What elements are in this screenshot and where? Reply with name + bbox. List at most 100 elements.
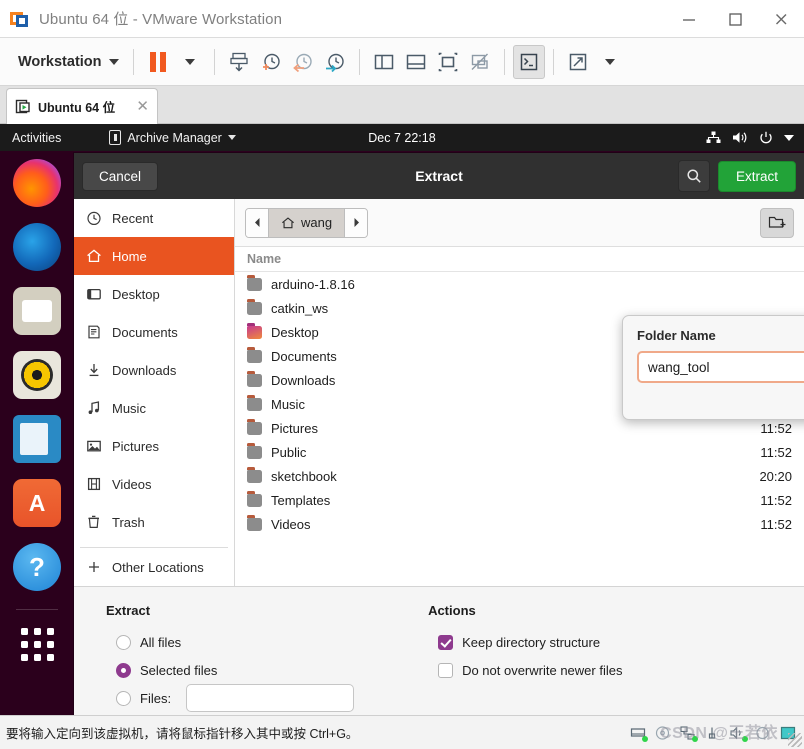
folder-icon [247, 371, 262, 387]
file-chooser: Recent Home Desktop Documents Downloads … [74, 199, 804, 586]
table-row[interactable]: Templates 11:52 [235, 488, 804, 512]
system-indicators[interactable] [706, 131, 794, 145]
sidebar-item-music[interactable]: Music [74, 389, 234, 427]
dock-item-help[interactable] [13, 543, 61, 591]
breadcrumb-item-wang[interactable]: wang [268, 208, 346, 237]
file-name: Videos [271, 516, 311, 532]
show-sidebar-button[interactable] [368, 45, 400, 79]
create-folder-button[interactable] [760, 207, 794, 238]
unity-mode-button[interactable] [464, 45, 496, 79]
snapshot-manager-button[interactable] [319, 45, 351, 79]
actions-group-title: Actions [428, 603, 476, 618]
search-button[interactable] [677, 160, 710, 192]
sidebar-item-other-locations[interactable]: Other Locations [74, 548, 234, 586]
folder-name-label: Folder Name [637, 328, 716, 343]
radio-icon-selected [116, 662, 131, 678]
vm-tab[interactable]: Ubuntu 64 位 ✕ [6, 88, 158, 124]
file-name: Pictures [271, 420, 318, 436]
minimize-button[interactable] [666, 0, 712, 38]
sidebar-item-home[interactable]: Home [74, 237, 234, 275]
snapshot-save-icon [229, 52, 248, 72]
show-applications-button[interactable] [13, 620, 61, 668]
table-row[interactable]: arduino-1.8.16 [235, 272, 804, 296]
folder-name-input[interactable] [637, 351, 804, 383]
table-row[interactable]: Public 11:52 [235, 440, 804, 464]
file-name: Public [271, 444, 307, 460]
file-name: sketchbook [271, 468, 337, 484]
dock-item-thunderbird[interactable] [13, 223, 61, 271]
folder-icon [247, 515, 262, 531]
sidebar-item-trash[interactable]: Trash [74, 503, 234, 541]
pause-dropdown-button[interactable] [174, 45, 206, 79]
dock-item-files[interactable] [13, 287, 61, 335]
folder-icon [247, 299, 262, 315]
table-row[interactable]: sketchbook 20:20 [235, 464, 804, 488]
download-icon [89, 364, 99, 377]
file-time: 11:52 [760, 516, 792, 532]
hard-disk-icon[interactable] [630, 726, 648, 742]
path-back-button[interactable] [246, 208, 268, 237]
new-folder-popover: Folder Name Create [622, 315, 804, 420]
take-snapshot-button[interactable] [255, 45, 287, 79]
create-folder-icon [768, 216, 785, 228]
window-title: Ubuntu 64 位 - VMware Workstation [39, 11, 283, 28]
sidebar-item-downloads[interactable]: Downloads [74, 351, 234, 389]
sidebar-item-desktop[interactable]: Desktop [74, 275, 234, 313]
show-bottom-panel-button[interactable] [400, 45, 432, 79]
radio-files[interactable]: Files: [116, 684, 355, 712]
fullscreen-button[interactable] [432, 45, 464, 79]
popover-footer [623, 397, 804, 419]
file-list-header: Name [235, 247, 804, 272]
radio-selected-files[interactable]: Selected files [116, 656, 354, 684]
maximize-button[interactable] [712, 0, 758, 38]
vm-tab-strip: Ubuntu 64 位 ✕ [0, 86, 804, 124]
dock-item-rhythmbox[interactable] [13, 351, 61, 399]
dock-item-firefox[interactable] [13, 159, 61, 207]
clock[interactable]: Dec 7 22:18 [0, 131, 804, 145]
column-header-name[interactable]: Name [247, 252, 730, 266]
terminal-icon [520, 53, 537, 70]
dock-item-ubuntu-software[interactable] [13, 479, 61, 527]
sidebar-item-label: Recent [112, 210, 154, 226]
file-name: Documents [271, 348, 337, 364]
radio-all-files[interactable]: All files [116, 628, 354, 656]
workstation-menu-button[interactable]: Workstation [12, 50, 125, 74]
pause-vm-button[interactable] [142, 45, 174, 79]
radio-label: Files: [140, 690, 172, 706]
checkbox-label: Keep directory structure [462, 634, 601, 650]
extract-button[interactable]: Extract [717, 160, 796, 192]
file-time: 20:20 [759, 468, 792, 484]
desktop-icon [87, 288, 101, 300]
dock-item-libreoffice-writer[interactable] [13, 415, 61, 463]
sidebar-item-documents[interactable]: Documents [74, 313, 234, 351]
console-view-button[interactable] [512, 44, 545, 79]
dock-separator [16, 609, 58, 610]
chevron-down-icon [184, 58, 195, 65]
extract-group-title: Extract [106, 603, 151, 618]
close-icon[interactable]: ✕ [136, 99, 149, 114]
extract-options-group: Extract All files Selected files Files: [106, 603, 355, 715]
revert-snapshot-button[interactable] [287, 45, 319, 79]
checkbox-do-not-overwrite[interactable]: Do not overwrite newer files [438, 656, 622, 684]
manage-snapshot-button[interactable] [223, 45, 255, 79]
close-button[interactable] [758, 0, 804, 38]
file-name: arduino-1.8.16 [271, 276, 355, 292]
radio-label: All files [140, 634, 182, 650]
path-forward-button[interactable] [345, 208, 368, 237]
stretch-dropdown-button[interactable] [594, 45, 626, 79]
file-time: 11:52 [760, 444, 792, 460]
resize-grip[interactable] [788, 733, 802, 747]
vmware-workstation-window: Ubuntu 64 位 - VMware Workstation Worksta… [0, 0, 804, 749]
checkbox-icon [438, 662, 454, 678]
unity-off-icon [471, 53, 488, 70]
files-input[interactable] [186, 684, 355, 712]
stretch-guest-button[interactable] [562, 45, 594, 79]
sidebar-item-pictures[interactable]: Pictures [74, 427, 234, 465]
sidebar-item-label: Music [112, 400, 146, 416]
sidebar-item-videos[interactable]: Videos [74, 465, 234, 503]
sidebar-item-label: Other Locations [112, 559, 204, 575]
checkbox-keep-directory-structure[interactable]: Keep directory structure [438, 628, 622, 656]
folder-icon [247, 419, 262, 435]
sidebar-item-recent[interactable]: Recent [74, 199, 234, 237]
table-row[interactable]: Videos 11:52 [235, 512, 804, 536]
